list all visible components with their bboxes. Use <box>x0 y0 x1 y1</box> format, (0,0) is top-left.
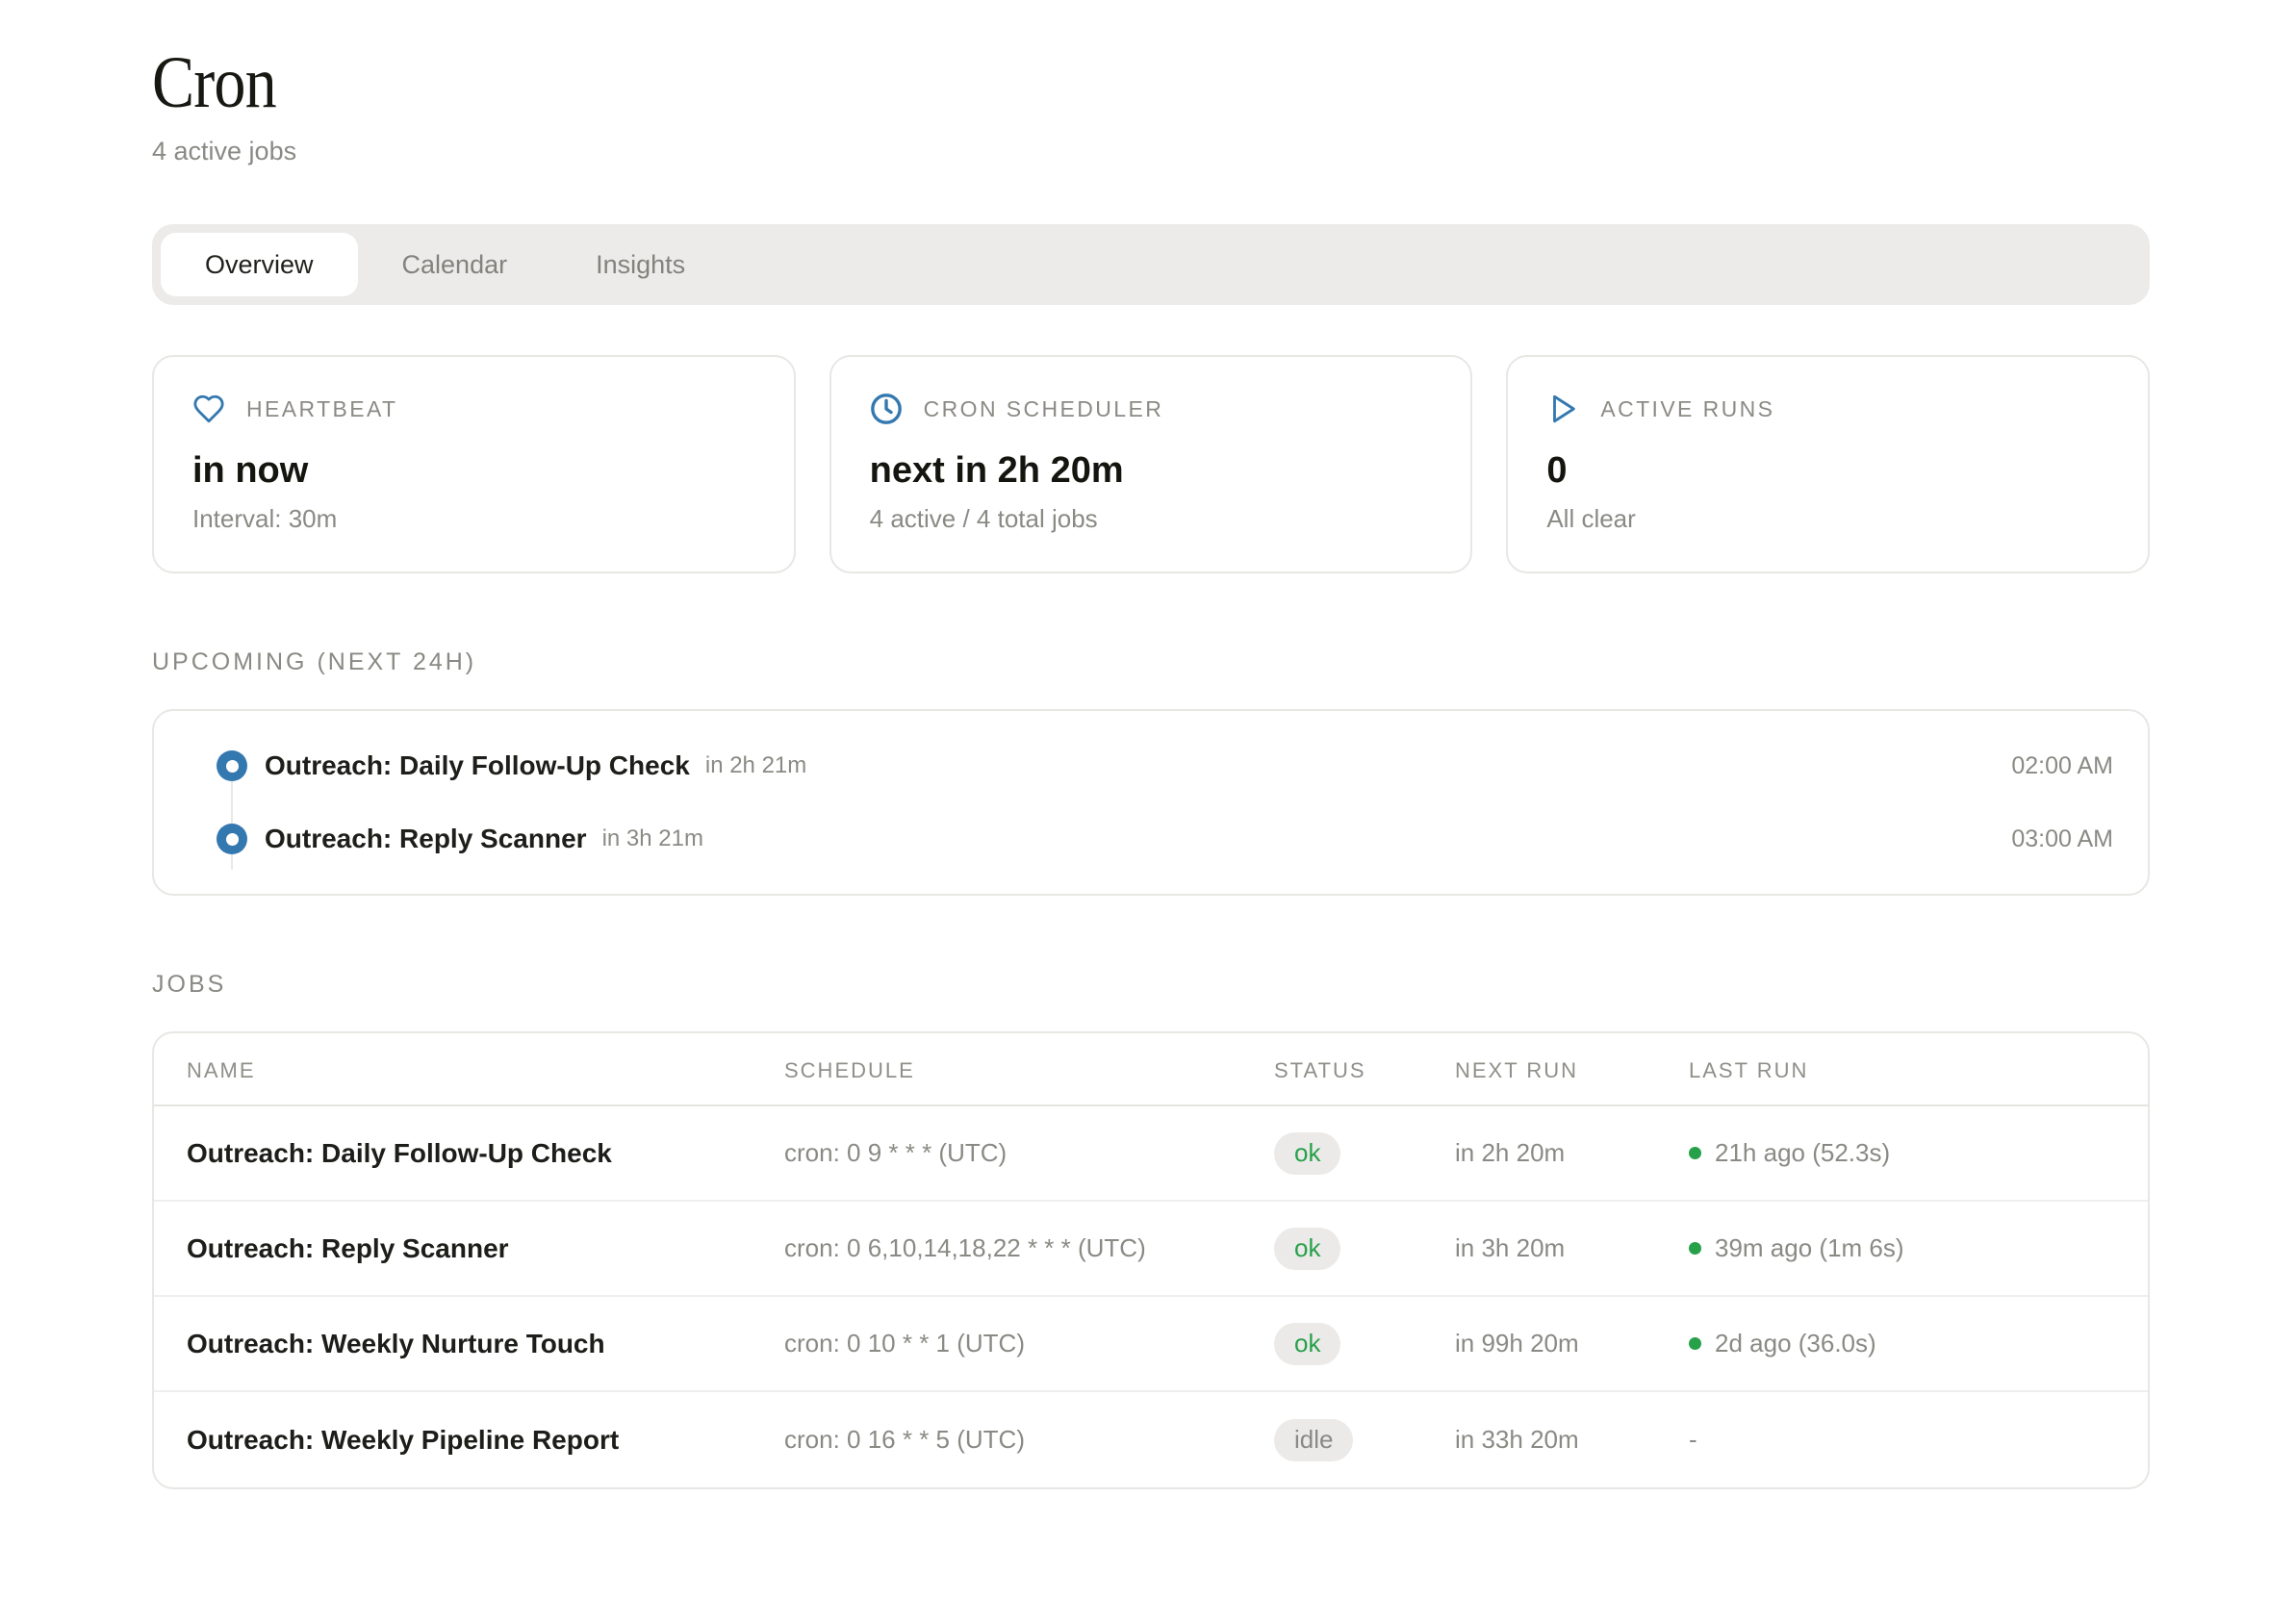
stat-value: in now <box>192 448 755 493</box>
stat-value: next in 2h 20m <box>870 448 1433 493</box>
upcoming-job-name: Outreach: Reply Scanner <box>265 824 587 854</box>
clock-icon <box>870 393 903 425</box>
table-row[interactable]: Outreach: Weekly Pipeline Report cron: 0… <box>154 1392 2148 1487</box>
upcoming-card: Outreach: Daily Follow-Up Check in 2h 21… <box>152 709 2150 896</box>
job-status-cell: idle <box>1274 1419 1455 1461</box>
table-row[interactable]: Outreach: Reply Scanner cron: 0 6,10,14,… <box>154 1202 2148 1297</box>
column-header-schedule: SCHEDULE <box>784 1058 1274 1083</box>
stat-card-active-runs: ACTIVE RUNS 0 All clear <box>1506 355 2150 573</box>
stat-label: HEARTBEAT <box>246 396 398 422</box>
stat-label: CRON SCHEDULER <box>924 396 1164 422</box>
job-next-run: in 3h 20m <box>1455 1233 1689 1263</box>
stat-value: 0 <box>1546 448 2109 493</box>
upcoming-item[interactable]: Outreach: Daily Follow-Up Check in 2h 21… <box>217 729 2113 802</box>
status-badge: ok <box>1274 1132 1340 1175</box>
jobs-section-heading: JOBS <box>152 971 2150 999</box>
success-dot-icon <box>1689 1242 1701 1255</box>
upcoming-item[interactable]: Outreach: Reply Scanner in 3h 21m 03:00 … <box>217 802 2113 876</box>
job-status-cell: ok <box>1274 1132 1455 1175</box>
status-badge: ok <box>1274 1228 1340 1270</box>
job-last-run-text: 39m ago (1m 6s) <box>1715 1233 1904 1263</box>
job-schedule: cron: 0 6,10,14,18,22 * * * (UTC) <box>784 1233 1274 1263</box>
job-name: Outreach: Weekly Nurture Touch <box>187 1329 784 1359</box>
upcoming-job-time: 02:00 AM <box>2011 752 2113 780</box>
upcoming-bullet-hole <box>226 833 239 846</box>
job-next-run: in 99h 20m <box>1455 1329 1689 1358</box>
stat-card-heartbeat-header: HEARTBEAT <box>192 393 755 425</box>
upcoming-bullet-hole <box>226 760 239 773</box>
job-name: Outreach: Weekly Pipeline Report <box>187 1425 784 1456</box>
jobs-table: NAME SCHEDULE STATUS NEXT RUN LAST RUN O… <box>152 1031 2150 1489</box>
job-next-run: in 2h 20m <box>1455 1138 1689 1168</box>
upcoming-job-eta: in 2h 21m <box>705 752 806 779</box>
table-row[interactable]: Outreach: Daily Follow-Up Check cron: 0 … <box>154 1106 2148 1202</box>
cron-dashboard-page: Cron 4 active jobs Overview Calendar Ins… <box>0 0 2296 1547</box>
job-name: Outreach: Reply Scanner <box>187 1233 784 1264</box>
heart-icon <box>192 393 225 425</box>
column-header-next-run: NEXT RUN <box>1455 1058 1689 1083</box>
tab-insights[interactable]: Insights <box>551 233 729 296</box>
stat-subtext: All clear <box>1546 504 2109 533</box>
stat-card-cron-scheduler: CRON SCHEDULER next in 2h 20m 4 active /… <box>829 355 1473 573</box>
job-last-run: 39m ago (1m 6s) <box>1689 1233 2113 1263</box>
job-name: Outreach: Daily Follow-Up Check <box>187 1138 784 1169</box>
job-last-run-text: 2d ago (36.0s) <box>1715 1329 1876 1358</box>
job-schedule: cron: 0 16 * * 5 (UTC) <box>784 1425 1274 1455</box>
status-badge: ok <box>1274 1323 1340 1365</box>
upcoming-job-time: 03:00 AM <box>2011 825 2113 853</box>
stat-card-heartbeat: HEARTBEAT in now Interval: 30m <box>152 355 796 573</box>
success-dot-icon <box>1689 1337 1701 1350</box>
upcoming-list: Outreach: Daily Follow-Up Check in 2h 21… <box>217 729 2113 876</box>
job-next-run: in 33h 20m <box>1455 1425 1689 1455</box>
stat-label: ACTIVE RUNS <box>1600 396 1774 422</box>
upcoming-section-heading: UPCOMING (NEXT 24H) <box>152 648 2150 676</box>
success-dot-icon <box>1689 1147 1701 1159</box>
job-last-run-text: 21h ago (52.3s) <box>1715 1138 1890 1168</box>
job-last-run: 2d ago (36.0s) <box>1689 1329 2113 1358</box>
job-last-run: 21h ago (52.3s) <box>1689 1138 2113 1168</box>
upcoming-bullet-icon <box>217 750 247 781</box>
upcoming-job-eta: in 3h 21m <box>602 825 703 852</box>
page-title: Cron <box>152 46 276 119</box>
stat-subtext: 4 active / 4 total jobs <box>870 504 1433 533</box>
page-subtitle: 4 active jobs <box>152 137 2150 166</box>
tab-overview[interactable]: Overview <box>161 233 358 296</box>
column-header-name: NAME <box>187 1058 784 1083</box>
job-schedule: cron: 0 10 * * 1 (UTC) <box>784 1329 1274 1358</box>
upcoming-bullet-icon <box>217 824 247 854</box>
job-status-cell: ok <box>1274 1323 1455 1365</box>
status-badge: idle <box>1274 1419 1353 1461</box>
table-row[interactable]: Outreach: Weekly Nurture Touch cron: 0 1… <box>154 1297 2148 1392</box>
job-last-run: - <box>1689 1425 2113 1455</box>
stat-card-cron-scheduler-header: CRON SCHEDULER <box>870 393 1433 425</box>
upcoming-job-name: Outreach: Daily Follow-Up Check <box>265 750 690 781</box>
stats-grid: HEARTBEAT in now Interval: 30m CRON SCHE… <box>152 355 2150 573</box>
jobs-table-header-row: NAME SCHEDULE STATUS NEXT RUN LAST RUN <box>154 1033 2148 1106</box>
tab-bar: Overview Calendar Insights <box>152 224 2150 305</box>
job-status-cell: ok <box>1274 1228 1455 1270</box>
stat-subtext: Interval: 30m <box>192 504 755 533</box>
stat-card-active-runs-header: ACTIVE RUNS <box>1546 393 2109 425</box>
column-header-last-run: LAST RUN <box>1689 1058 2113 1083</box>
column-header-status: STATUS <box>1274 1058 1455 1083</box>
job-last-run-text: - <box>1689 1425 1697 1455</box>
play-icon <box>1546 393 1579 425</box>
job-schedule: cron: 0 9 * * * (UTC) <box>784 1138 1274 1168</box>
tab-calendar[interactable]: Calendar <box>358 233 552 296</box>
